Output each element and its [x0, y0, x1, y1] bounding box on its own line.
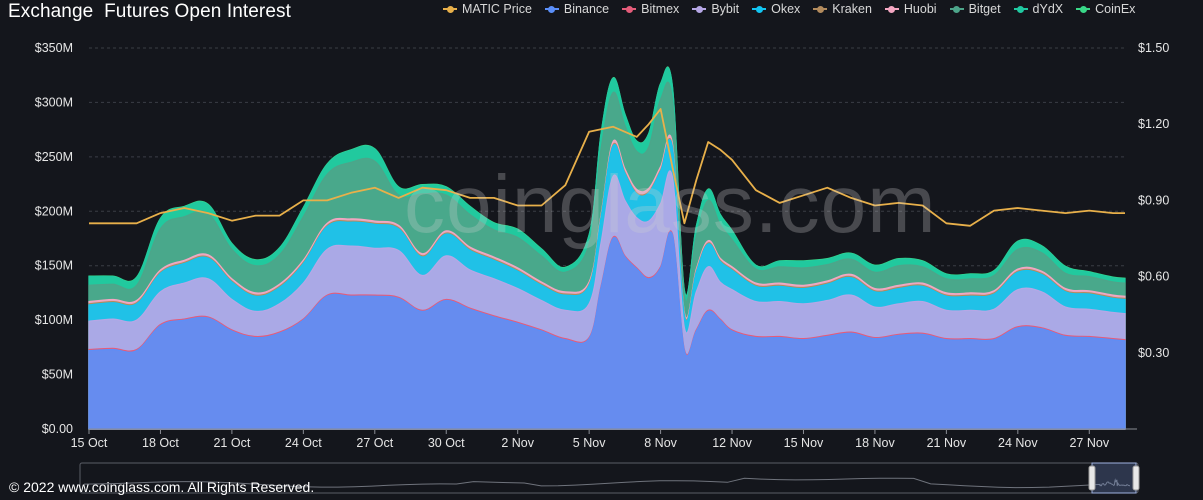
y-left-tick-label: $200M	[35, 204, 73, 218]
zoom-selection[interactable]	[1091, 462, 1137, 494]
x-axis: 15 Oct 18 Oct 21 Oct 24 Oct 27 Oct 30 Oct 2 No…	[71, 428, 1137, 450]
x-tick-label: 12 Nov	[712, 436, 752, 450]
y-right-tick-label: $0.90	[1138, 193, 1169, 207]
y-right-tick-label: $0.30	[1138, 346, 1169, 360]
stacked-areas	[88, 66, 1126, 430]
x-tick-label: 8 Nov	[644, 436, 677, 450]
y-left-tick-label: $150M	[35, 259, 73, 273]
y-left-tick-label: $350M	[35, 41, 73, 55]
chart-canvas: $0.00$50M$100M$150M$200M$250M$300M$350M …	[35, 41, 1169, 494]
y-right-tick-label: $0.60	[1138, 270, 1169, 284]
y-right-tick-label: $1.50	[1138, 41, 1169, 55]
x-tick-label: 27 Nov	[1069, 436, 1109, 450]
zoom-handle-left[interactable]	[1088, 465, 1096, 491]
y-axis-right: $0.30 $0.60 $0.90 $1.20 $1.50	[1138, 41, 1169, 360]
x-tick-label: 24 Nov	[998, 436, 1038, 450]
y-left-tick-label: $300M	[35, 95, 73, 109]
y-left-tick-label: $100M	[35, 313, 73, 327]
y-left-tick-label: $50M	[42, 368, 73, 382]
x-tick-label: 15 Oct	[71, 436, 108, 450]
y-left-tick-label: $250M	[35, 150, 73, 164]
x-tick-label: 18 Nov	[855, 436, 895, 450]
x-tick-label: 30 Oct	[428, 436, 465, 450]
y-left-tick-label: $0.00	[42, 422, 73, 436]
y-right-tick-label: $1.20	[1138, 117, 1169, 131]
x-tick-label: 21 Nov	[927, 436, 967, 450]
x-tick-label: 15 Nov	[784, 436, 824, 450]
x-tick-label: 18 Oct	[142, 436, 179, 450]
x-tick-label: 24 Oct	[285, 436, 322, 450]
x-tick-label: 2 Nov	[501, 436, 534, 450]
x-tick-label: 27 Oct	[356, 436, 393, 450]
zoom-handle-right[interactable]	[1132, 465, 1140, 491]
x-tick-label: 5 Nov	[573, 436, 606, 450]
y-axis-left: $0.00 $50M $100M $150M $200M $250M $300M $350M	[35, 41, 73, 436]
footer-copyright: © 2022 www.coinglass.com. All Rights Res…	[9, 479, 315, 495]
x-tick-label: 21 Oct	[213, 436, 250, 450]
